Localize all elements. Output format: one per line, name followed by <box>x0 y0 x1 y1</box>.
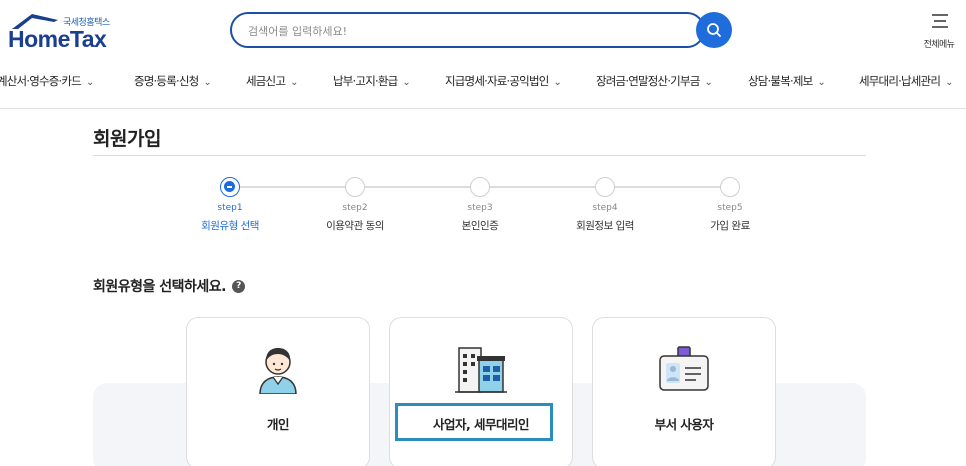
nav-item-statement[interactable]: 지급명세·자료·공익법인 ⌄ <box>445 73 562 89</box>
member-type-card-department[interactable]: 부서 사용자 <box>592 317 776 466</box>
card-label: 사업자, 세무대리인 <box>432 417 530 432</box>
all-menu-button[interactable]: 전체메뉴 <box>918 10 960 50</box>
step-number: step2 <box>342 203 368 213</box>
nav-label: 증명·등록·신청 <box>134 74 199 88</box>
step-indicator-2 <box>345 177 365 197</box>
search-input[interactable]: 검색어를 입력하세요! <box>230 12 705 48</box>
card-label: 부서 사용자 <box>654 417 714 432</box>
nav-item-incentive[interactable]: 장려금·연말정산·기부금 ⌄ <box>596 73 713 89</box>
search-icon <box>707 23 721 37</box>
search-button[interactable] <box>696 12 732 48</box>
nav-item-certificate[interactable]: 증명·등록·신청 ⌄ <box>134 73 212 89</box>
member-type-card-business[interactable]: 사업자, 세무대리인 <box>389 317 573 466</box>
title-divider <box>93 155 866 156</box>
card-icon-wrap <box>593 344 775 394</box>
nav-label: 세무대리·납세관리 <box>859 74 941 88</box>
nav-label: 세금신고 <box>246 74 286 88</box>
chevron-down-icon: ⌄ <box>290 77 298 88</box>
member-type-heading: 회원유형을 선택하세요. ? <box>93 276 245 296</box>
hometax-logo[interactable]: 국세청홈택스 HomeTax <box>8 12 118 52</box>
step-label: 가입 완료 <box>710 220 750 232</box>
id-badge-icon <box>659 346 709 391</box>
nav-label: 상담·불복·제보 <box>748 74 813 88</box>
hamburger-icon <box>932 14 948 28</box>
step-number: step4 <box>592 203 618 213</box>
card-icon-wrap <box>187 344 369 394</box>
page-title: 회원가입 <box>93 128 161 150</box>
card-label: 개인 <box>266 417 290 432</box>
step-indicator-5 <box>720 177 740 197</box>
person-icon <box>259 348 297 394</box>
member-type-heading-text: 회원유형을 선택하세요. <box>93 279 227 295</box>
step-indicator-3 <box>470 177 490 197</box>
step-indicator-1 <box>220 177 240 197</box>
nav-label: 장려금·연말정산·기부금 <box>596 74 700 88</box>
nav-label: 지급명세·자료·공익법인 <box>445 74 549 88</box>
step-label: 이용약관 동의 <box>326 220 384 232</box>
nav-label: 납부·고지·환급 <box>333 74 398 88</box>
chevron-down-icon: ⌄ <box>553 77 562 88</box>
search-placeholder: 검색어를 입력하세요! <box>248 25 347 38</box>
main-nav: 계산서·영수증·카드 ⌄ 증명·등록·신청 ⌄ 세금신고 ⌄ 납부·고지·환급 ⌄ 지급… <box>0 66 966 96</box>
help-icon[interactable]: ? <box>232 279 245 293</box>
all-menu-label: 전체메뉴 <box>923 40 955 50</box>
nav-item-agent[interactable]: 세무대리·납세관리 ⌄ <box>859 73 953 89</box>
chevron-down-icon: ⌄ <box>402 77 410 88</box>
step-label: 회원정보 입력 <box>576 220 634 232</box>
nav-item-invoice[interactable]: 계산서·영수증·카드 ⌄ <box>0 73 94 89</box>
step-number: step3 <box>467 203 493 213</box>
chevron-down-icon: ⌄ <box>203 77 211 88</box>
nav-item-consult[interactable]: 상담·불복·제보 ⌄ <box>748 73 826 89</box>
member-type-card-individual[interactable]: 개인 <box>186 317 370 466</box>
building-icon <box>455 347 507 393</box>
step-label: 본인인증 <box>461 220 499 232</box>
nav-label: 계산서·영수증·카드 <box>0 74 82 88</box>
nav-divider <box>0 108 966 109</box>
step-label: 회원유형 선택 <box>201 220 259 232</box>
step-number: step1 <box>217 203 243 213</box>
chevron-down-icon: ⌄ <box>817 77 825 88</box>
step-number: step5 <box>717 203 743 213</box>
logo-title: HomeTax <box>8 26 107 52</box>
nav-item-tax-report[interactable]: 세금신고 ⌄ <box>246 73 298 89</box>
step-indicator-4 <box>595 177 615 197</box>
nav-item-payment[interactable]: 납부·고지·환급 ⌄ <box>333 73 411 89</box>
chevron-down-icon: ⌄ <box>945 77 953 88</box>
chevron-down-icon: ⌄ <box>704 77 713 88</box>
chevron-down-icon: ⌄ <box>85 77 94 88</box>
card-icon-wrap <box>390 344 572 394</box>
